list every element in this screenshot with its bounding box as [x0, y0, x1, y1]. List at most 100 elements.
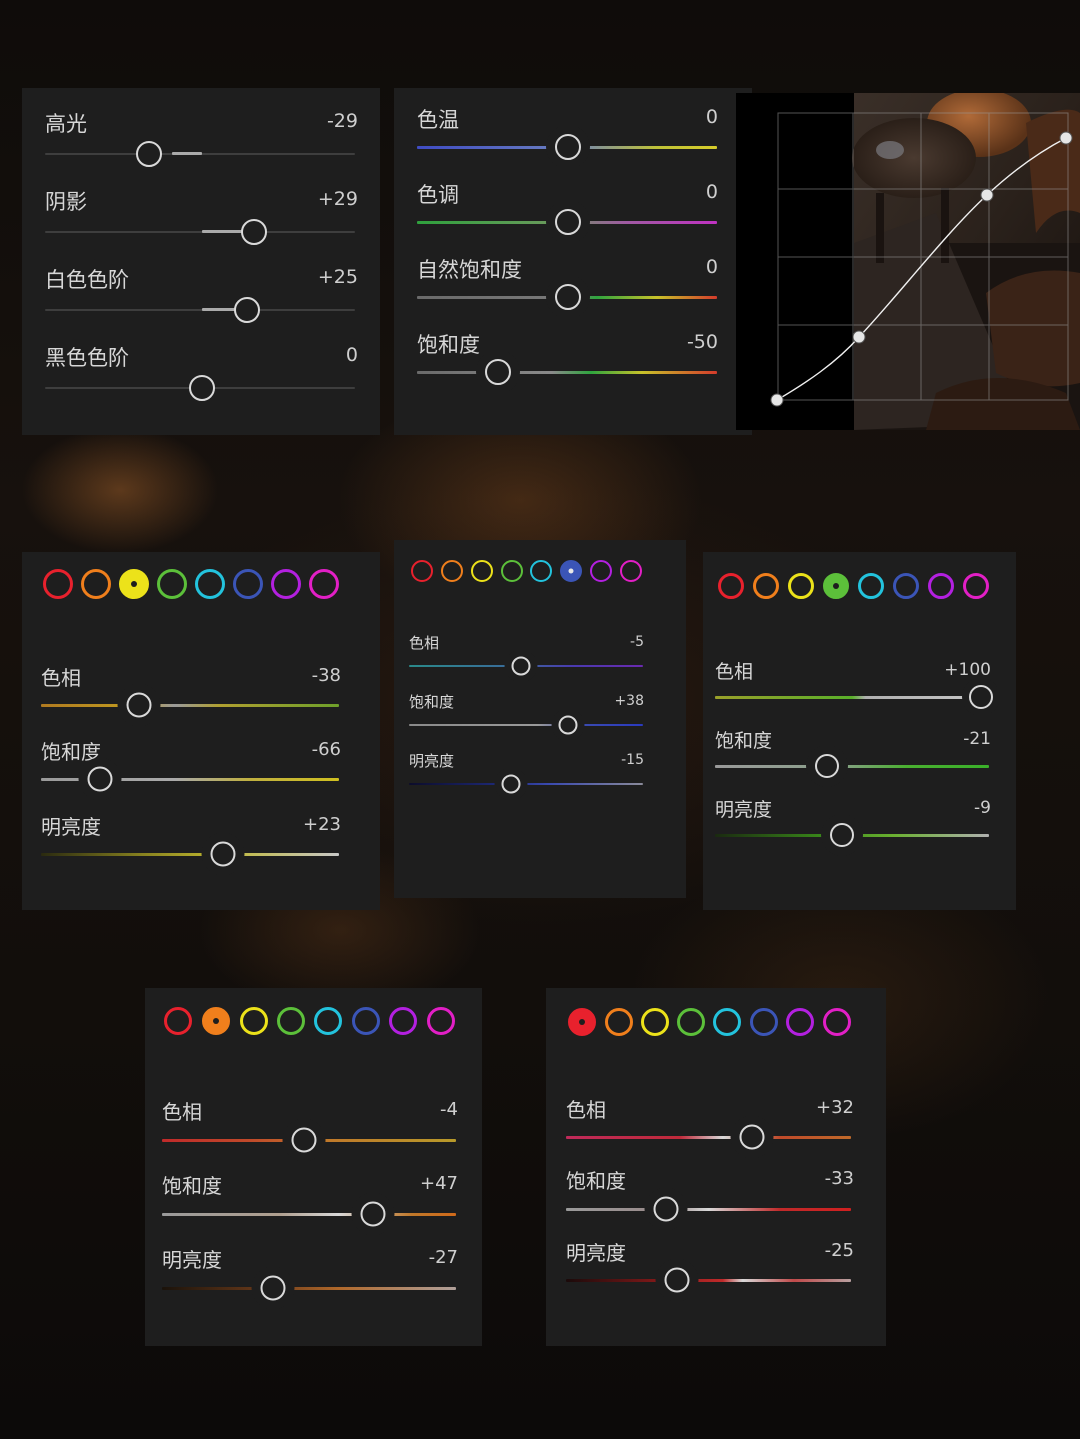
swatch-purple[interactable] — [389, 1007, 417, 1035]
swatch-green[interactable] — [823, 573, 849, 599]
swatch-orange[interactable] — [81, 569, 111, 599]
slider-label: 阴影 — [45, 190, 87, 214]
slider-value: +23 — [303, 814, 341, 835]
swatch-red[interactable] — [43, 569, 73, 599]
swatch-purple[interactable] — [590, 560, 612, 582]
swatch-red[interactable] — [164, 1007, 192, 1035]
swatch-aqua[interactable] — [858, 573, 884, 599]
swatch-aqua[interactable] — [713, 1008, 741, 1036]
slider-knob[interactable] — [555, 284, 581, 310]
slider-knob[interactable] — [87, 766, 113, 792]
slider-track[interactable] — [715, 765, 989, 768]
slider-value: +25 — [317, 266, 358, 288]
swatch-aqua[interactable] — [314, 1007, 342, 1035]
swatch-magenta[interactable] — [427, 1007, 455, 1035]
slider-label: 色温 — [417, 108, 459, 132]
slider-knob[interactable] — [969, 685, 993, 709]
swatch-blue[interactable] — [893, 573, 919, 599]
photo-table-dark — [852, 118, 976, 198]
slider-knob[interactable] — [653, 1196, 679, 1222]
swatch-orange[interactable] — [441, 560, 463, 582]
swatch-orange[interactable] — [605, 1008, 633, 1036]
slider-knob[interactable] — [830, 823, 854, 847]
slider-knob[interactable] — [815, 754, 839, 778]
slider-knob[interactable] — [511, 656, 531, 676]
swatch-purple[interactable] — [271, 569, 301, 599]
swatch-magenta[interactable] — [963, 573, 989, 599]
swatch-yellow[interactable] — [119, 569, 149, 599]
slider-knob[interactable] — [558, 715, 578, 735]
slider-label: 高光 — [45, 112, 87, 136]
slider-track[interactable] — [41, 853, 339, 856]
slider-track[interactable] — [41, 778, 339, 781]
selected-dot — [568, 568, 574, 574]
swatch-blue[interactable] — [233, 569, 263, 599]
slider-value: 0 — [705, 181, 718, 203]
slider-knob[interactable] — [664, 1267, 690, 1293]
slider-track[interactable] — [715, 696, 989, 699]
slider-label: 自然饱和度 — [417, 258, 522, 282]
swatch-magenta[interactable] — [620, 560, 642, 582]
swatch-green[interactable] — [677, 1008, 705, 1036]
swatch-orange[interactable] — [202, 1007, 230, 1035]
slider-knob[interactable] — [189, 375, 215, 401]
slider-track[interactable] — [409, 724, 643, 726]
slider-fill — [172, 152, 202, 155]
swatch-green[interactable] — [501, 560, 523, 582]
swatch-yellow[interactable] — [471, 560, 493, 582]
tone-curve-graph-icon[interactable] — [736, 93, 1080, 430]
swatch-yellow[interactable] — [240, 1007, 268, 1035]
slider-knob[interactable] — [126, 692, 152, 718]
swatch-aqua[interactable] — [195, 569, 225, 599]
slider-track[interactable] — [409, 783, 643, 785]
swatch-green[interactable] — [157, 569, 187, 599]
slider-track[interactable] — [41, 704, 339, 707]
slider-track[interactable] — [162, 1213, 456, 1216]
slider-track[interactable] — [566, 1136, 851, 1139]
swatch-blue[interactable] — [352, 1007, 380, 1035]
curve-point — [980, 188, 994, 202]
slider-knob[interactable] — [485, 359, 511, 385]
slider-value: -15 — [621, 752, 644, 768]
swatch-purple[interactable] — [928, 573, 954, 599]
slider-track[interactable] — [417, 371, 717, 374]
slider-value: -50 — [686, 331, 718, 353]
swatch-purple[interactable] — [786, 1008, 814, 1036]
slider-label: 饱和度 — [566, 1169, 626, 1193]
slider-knob[interactable] — [260, 1275, 286, 1301]
swatch-red[interactable] — [568, 1008, 596, 1036]
swatch-orange[interactable] — [753, 573, 779, 599]
slider-value: 0 — [705, 106, 718, 128]
slider-label: 白色色阶 — [45, 268, 129, 292]
slider-knob[interactable] — [555, 134, 581, 160]
slider-value: -27 — [428, 1247, 458, 1268]
swatch-blue[interactable] — [560, 560, 582, 582]
swatch-magenta[interactable] — [823, 1008, 851, 1036]
slider-label: 明亮度 — [715, 799, 773, 821]
slider-track[interactable] — [45, 231, 355, 233]
slider-track[interactable] — [45, 309, 355, 311]
slider-track[interactable] — [162, 1287, 456, 1290]
slider-knob[interactable] — [234, 297, 260, 323]
slider-knob[interactable] — [291, 1127, 317, 1153]
slider-value: +29 — [317, 188, 358, 210]
slider-knob[interactable] — [555, 209, 581, 235]
slider-knob[interactable] — [136, 141, 162, 167]
color-panel: 色温 0 色调 0 自然饱和度 0 饱和度 -50 — [394, 88, 752, 435]
swatch-yellow[interactable] — [788, 573, 814, 599]
slider-knob[interactable] — [210, 841, 236, 867]
swatch-aqua[interactable] — [530, 560, 552, 582]
swatch-green[interactable] — [277, 1007, 305, 1035]
swatch-blue[interactable] — [750, 1008, 778, 1036]
slider-label: 色相 — [715, 661, 754, 683]
swatch-yellow[interactable] — [641, 1008, 669, 1036]
slider-knob[interactable] — [501, 774, 521, 794]
slider-track[interactable] — [566, 1208, 851, 1211]
slider-knob[interactable] — [739, 1124, 765, 1150]
slider-knob[interactable] — [241, 219, 267, 245]
slider-knob[interactable] — [360, 1201, 386, 1227]
swatch-red[interactable] — [718, 573, 744, 599]
swatch-red[interactable] — [411, 560, 433, 582]
slider-track[interactable] — [566, 1279, 851, 1282]
swatch-magenta[interactable] — [309, 569, 339, 599]
